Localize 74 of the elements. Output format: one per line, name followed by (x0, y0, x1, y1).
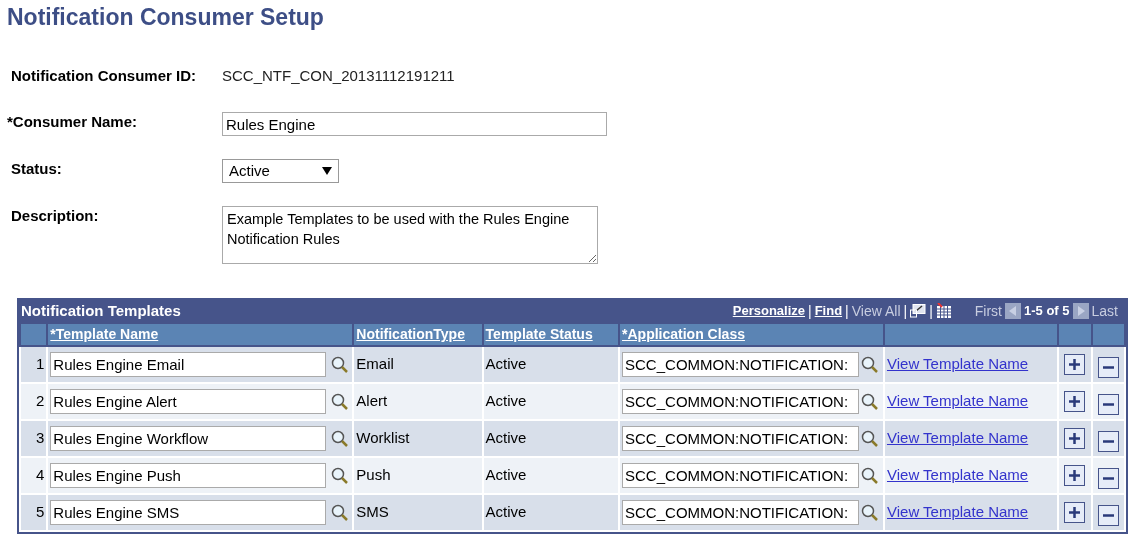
delete-row-button[interactable] (1098, 430, 1120, 452)
table-cell: Worklist (356, 429, 410, 447)
find-link[interactable]: Find (814, 301, 843, 321)
column-header[interactable]: Template Status (482, 323, 620, 346)
table-cell: Active (485, 503, 527, 521)
column-header (1092, 323, 1125, 346)
delete-row-button[interactable] (1098, 467, 1120, 489)
add-row-button[interactable] (1064, 501, 1086, 523)
table-cell: Active (485, 355, 527, 373)
field-label: *Consumer Name: (7, 112, 139, 132)
separator-mark: | (845, 301, 849, 321)
status-dropdown[interactable]: Active (222, 159, 339, 183)
template-name-field[interactable]: Rules Engine Email (50, 352, 327, 377)
column-header[interactable]: *Template Name (47, 323, 354, 346)
table-cell: Active (485, 392, 527, 410)
field-label: Description: (10, 206, 100, 226)
add-row-button[interactable] (1064, 353, 1086, 375)
delete-row-button[interactable] (1098, 393, 1120, 415)
table-cell: Active (485, 466, 527, 484)
personalize-link[interactable]: Personalize (732, 301, 805, 321)
delete-row-button[interactable] (1098, 504, 1120, 526)
application-class-field[interactable]: SCC_COMMON:NOTIFICATION: (622, 463, 860, 488)
spreadsheet-grid-icon[interactable] (935, 303, 952, 319)
column-header (20, 323, 48, 346)
minus-icon (1103, 402, 1115, 406)
last-text: Last (1091, 301, 1118, 321)
grid-title: Notification Templates (21, 300, 181, 321)
application-class-field[interactable]: SCC_COMMON:NOTIFICATION: (622, 500, 860, 525)
page-title: Notification Consumer Setup (7, 3, 325, 31)
new-window-icon[interactable] (910, 304, 927, 318)
table-cell: Email (356, 355, 394, 373)
table-cell: Active (485, 429, 527, 447)
application-class-field[interactable]: SCC_COMMON:NOTIFICATION: (622, 352, 860, 377)
separator-mark: | (903, 301, 908, 321)
add-row-button[interactable] (1064, 390, 1086, 412)
table-cell: Push (356, 466, 391, 484)
row-number: 4 (36, 466, 45, 484)
row-number: 1 (36, 355, 45, 373)
row-number: 5 (36, 503, 45, 521)
field-label: Status: (10, 159, 63, 179)
table-cell: SMS (356, 503, 389, 521)
field-value: SCC_NTF_CON_20131112191211 (222, 66, 455, 86)
row-number: 3 (36, 429, 45, 447)
dropdown-caret-icon (322, 167, 332, 175)
column-header[interactable]: NotificationType (353, 323, 483, 346)
application-class-field[interactable]: SCC_COMMON:NOTIFICATION: (622, 426, 860, 451)
plus-icon (1069, 506, 1081, 518)
plus-icon (1069, 469, 1081, 481)
plus-icon (1069, 395, 1081, 407)
plus-icon (1069, 358, 1081, 370)
row-range: 1-5 of 5 (1024, 302, 1070, 321)
separator-mark: | (808, 301, 812, 321)
template-name-field[interactable]: Rules Engine Push (50, 463, 327, 488)
delete-row-button[interactable] (1098, 356, 1120, 378)
minus-icon (1103, 365, 1115, 369)
minus-icon (1103, 513, 1115, 517)
description-field[interactable]: Example Templates to be used with the Rules Engine Notification Rules (222, 206, 598, 264)
column-header[interactable]: *Application Class (619, 323, 884, 346)
add-row-button[interactable] (1064, 427, 1086, 449)
field-label: Notification Consumer ID: (10, 66, 197, 86)
template-name-field[interactable]: Rules Engine Alert (50, 389, 327, 414)
minus-icon (1103, 439, 1115, 443)
table-cell: Alert (356, 392, 388, 410)
template-name-field[interactable]: Rules Engine Workflow (50, 426, 327, 451)
first-text: First (974, 301, 1002, 321)
add-row-button[interactable] (1064, 464, 1086, 486)
application-class-field[interactable]: SCC_COMMON:NOTIFICATION: (622, 389, 860, 414)
row-number: 2 (36, 392, 45, 410)
plus-icon (1069, 432, 1081, 444)
view-all-text: View All (851, 301, 901, 321)
minus-icon (1103, 476, 1115, 480)
text-field[interactable]: Rules Engine (222, 112, 607, 136)
template-name-field[interactable]: Rules Engine SMS (50, 500, 327, 525)
separator-mark: | (929, 301, 933, 321)
